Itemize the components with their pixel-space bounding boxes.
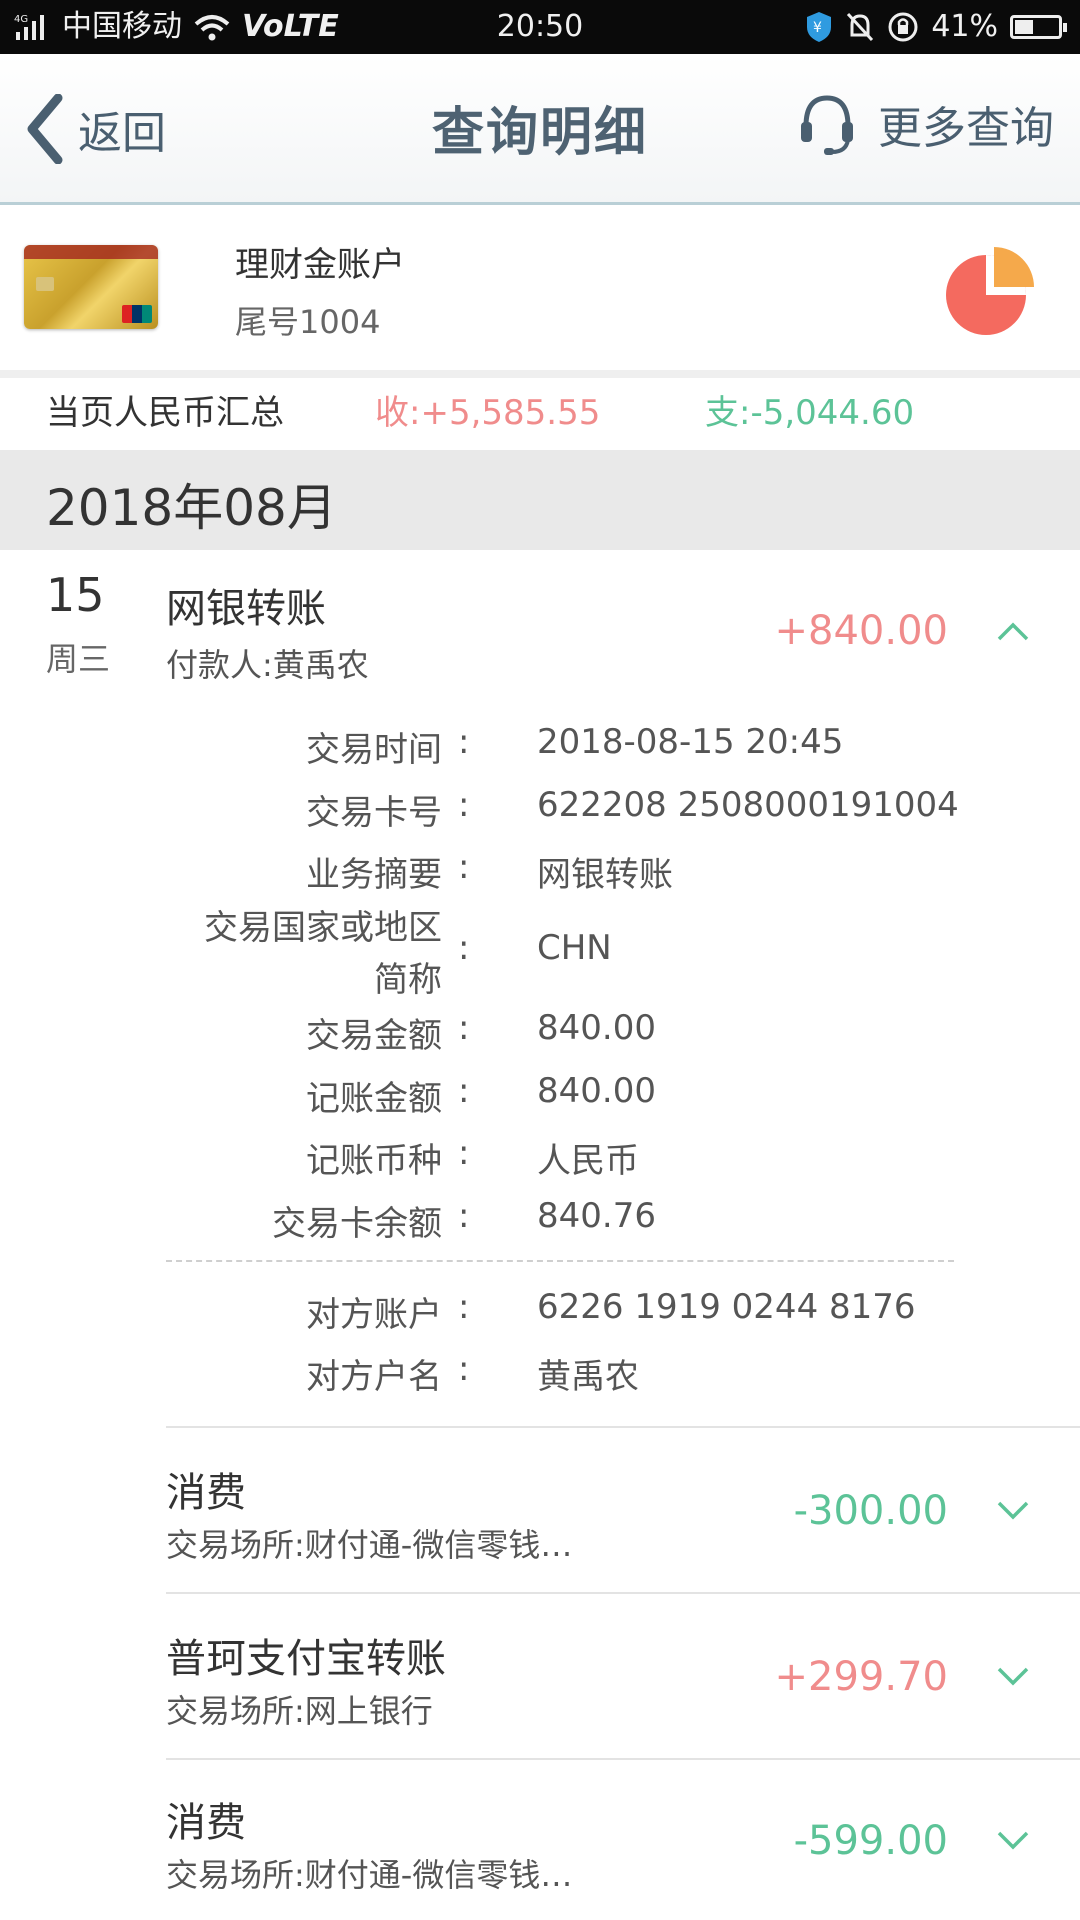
detail-value: 网银转账 (537, 855, 673, 895)
detail-value: 人民币 (537, 1141, 639, 1181)
summary-income: 收:+5,585.55 (375, 393, 601, 433)
detail-value: 622208 2508000191004 (537, 785, 959, 825)
detail-value: 840.00 (537, 1008, 656, 1048)
detail-label: 业务摘要 (306, 855, 442, 895)
row-divider (166, 1758, 1080, 1760)
transaction-subtitle: 交易场所:网上银行 (166, 1692, 433, 1730)
detail-colon: : (458, 1287, 470, 1327)
detail-value: 840.00 (537, 1071, 656, 1111)
transaction-amount: +299.70 (774, 1654, 948, 1700)
account-row[interactable]: 理财金账户 尾号1004 (0, 205, 1080, 370)
account-tail-number: 尾号1004 (235, 303, 381, 341)
card-chip (36, 277, 54, 291)
dashed-divider (166, 1260, 954, 1262)
counterparty-label: 对方户名 (306, 1357, 442, 1397)
chevron-down-icon[interactable] (996, 1830, 1030, 1852)
pie-chart-icon[interactable] (942, 243, 1038, 339)
detail-value: CHN (537, 928, 612, 968)
summary-row: 当页人民币汇总 收:+5,585.55 支:-5,044.60 (0, 378, 1080, 448)
chevron-down-icon[interactable] (996, 1666, 1030, 1688)
account-name: 理财金账户 (235, 245, 405, 285)
transaction-amount: -599.00 (793, 1818, 948, 1864)
row-divider (166, 1592, 1080, 1594)
detail-colon: : (458, 785, 470, 825)
detail-label: 交易金额 (306, 1016, 442, 1056)
summary-expense: 支:-5,044.60 (705, 393, 915, 433)
detail-colon: : (458, 1071, 470, 1111)
battery-icon (1010, 15, 1067, 39)
detail-value: 840.76 (537, 1196, 656, 1236)
more-query-label: 更多查询 (878, 103, 1054, 154)
more-query-button[interactable]: 更多查询 (798, 92, 1054, 156)
transaction-amount: +840.00 (774, 608, 948, 654)
battery-fill (1015, 20, 1034, 34)
rotation-lock-icon (888, 12, 918, 42)
detail-label: 记账金额 (306, 1079, 442, 1119)
counterparty-value: 黄禹农 (537, 1357, 639, 1397)
counterparty-value: 6226 1919 0244 8176 (537, 1287, 916, 1327)
detail-label: 交易卡余额 (272, 1204, 442, 1244)
status-bar: 4G 中国移动 VoLTE 20:50 ¥ 41% (0, 0, 1080, 54)
detail-colon: : (458, 928, 470, 968)
shield-icon: ¥ (807, 12, 832, 42)
nav-bar: 返回 查询明细 更多查询 (0, 54, 1080, 205)
detail-label: 交易时间 (306, 730, 442, 770)
status-right: ¥ 41% (805, 0, 1067, 54)
mute-bell-icon (847, 12, 874, 42)
detail-label-line1: 交易国家或地区 (204, 908, 442, 948)
weekday: 周三 (46, 640, 111, 678)
detail-colon: : (458, 1196, 470, 1236)
row-divider (166, 1426, 1080, 1428)
unionpay-logo (122, 305, 152, 323)
transaction-subtitle: 交易场所:财付通-微信零钱… (166, 1856, 573, 1894)
chevron-up-icon[interactable] (996, 620, 1030, 642)
bank-card-icon (24, 245, 158, 329)
summary-label: 当页人民币汇总 (46, 393, 284, 433)
card-header-stripe (24, 245, 158, 259)
headset-icon (801, 95, 853, 155)
month-label: 2018年08月 (46, 479, 337, 537)
svg-text:¥: ¥ (813, 20, 822, 36)
transaction-subtitle: 交易场所:财付通-微信零钱… (166, 1526, 573, 1564)
detail-label: 交易卡号 (306, 793, 442, 833)
month-header: 2018年08月 (0, 450, 1080, 550)
detail-colon: : (458, 722, 470, 762)
detail-colon: : (458, 1008, 470, 1048)
detail-value: 2018-08-15 20:45 (537, 722, 844, 762)
transaction-title: 网银转账 (166, 586, 326, 632)
detail-colon: : (458, 1349, 470, 1389)
transaction-subtitle: 付款人:黄禹农 (166, 646, 369, 684)
transaction-amount: -300.00 (793, 1488, 948, 1534)
counterparty-label: 对方账户 (306, 1295, 442, 1335)
detail-label-line2: 简称 (374, 960, 442, 1000)
detail-colon: : (458, 1133, 470, 1173)
chevron-down-icon[interactable] (996, 1500, 1030, 1522)
detail-colon: : (458, 847, 470, 887)
transaction-title: 消费 (166, 1800, 246, 1846)
detail-label: 记账币种 (306, 1141, 442, 1181)
transaction-title: 消费 (166, 1470, 246, 1516)
day-number: 15 (46, 568, 105, 622)
battery-percent: 41% (931, 9, 998, 44)
divider (0, 370, 1080, 378)
transaction-title: 普珂支付宝转账 (166, 1636, 446, 1682)
